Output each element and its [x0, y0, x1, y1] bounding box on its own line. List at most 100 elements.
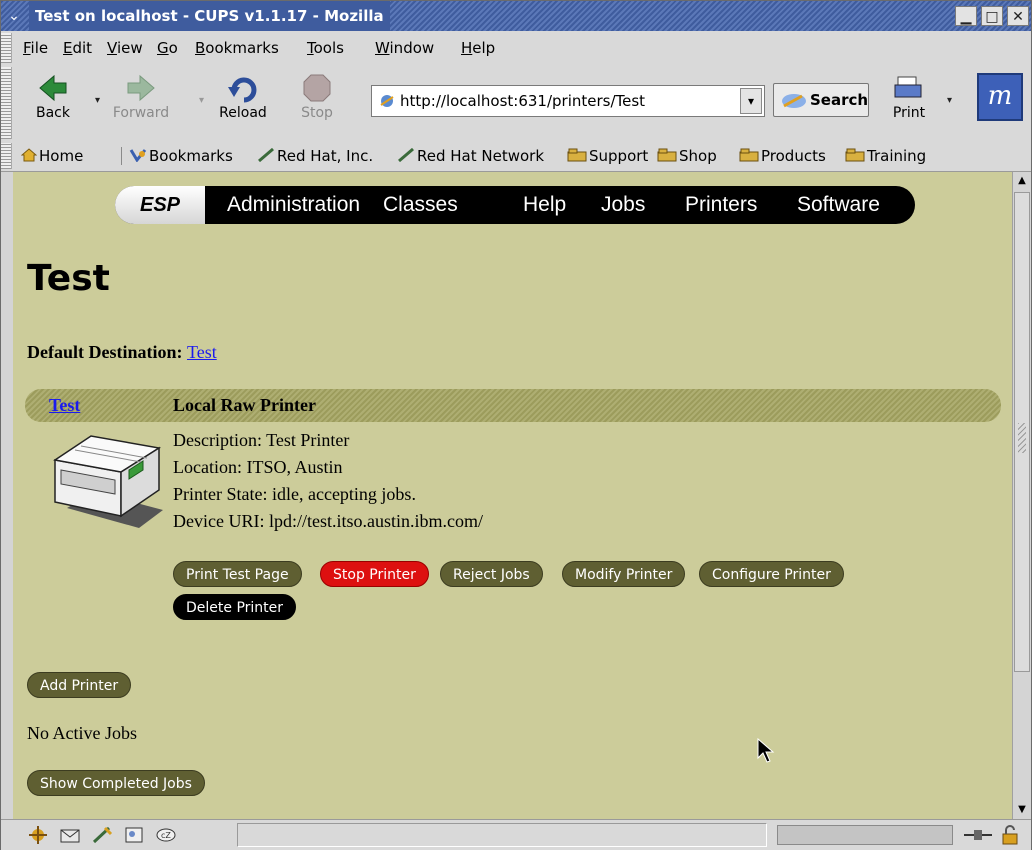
- title-bar[interactable]: ⌄ Test on localhost - CUPS v1.1.17 - Moz…: [1, 1, 1031, 31]
- security-lock-icon[interactable]: [999, 825, 1021, 845]
- bookmark-folder-shop[interactable]: Shop: [657, 141, 717, 171]
- page-content: ESP Administration Classes Help Jobs Pri…: [13, 172, 1012, 819]
- forward-button[interactable]: Forward: [111, 71, 171, 133]
- stop-printer-button[interactable]: Stop Printer: [320, 561, 429, 587]
- toolbar-separator: [121, 147, 122, 165]
- modify-printer-button[interactable]: Modify Printer: [562, 561, 686, 587]
- bookmarks-icon: [129, 142, 147, 172]
- url-bar[interactable]: ▾: [371, 85, 765, 117]
- back-arrow-icon: [36, 73, 70, 103]
- printer-name-link[interactable]: Test: [49, 395, 80, 416]
- printer-state: Printer State: idle, accepting jobs.: [173, 484, 416, 504]
- back-history-dropdown-icon[interactable]: ▾: [95, 95, 105, 106]
- bookmark-link-icon: [397, 142, 415, 172]
- menu-view[interactable]: View: [107, 31, 143, 65]
- scroll-up-icon[interactable]: ▲: [1013, 172, 1031, 190]
- printer-device-uri: Device URI: lpd://test.itso.austin.ibm.c…: [173, 511, 483, 531]
- mozilla-throbber-logo[interactable]: m: [977, 73, 1023, 121]
- configure-printer-button[interactable]: Configure Printer: [699, 561, 844, 587]
- browser-window: ⌄ Test on localhost - CUPS v1.1.17 - Moz…: [0, 0, 1032, 850]
- printer-icon: [892, 73, 926, 103]
- bookmark-folder-training-label: Training: [867, 147, 927, 165]
- delete-printer-button[interactable]: Delete Printer: [173, 594, 297, 620]
- scroll-down-icon[interactable]: ▼: [1013, 801, 1031, 819]
- add-printer-button[interactable]: Add Printer: [27, 672, 132, 698]
- close-button[interactable]: ✕: [1007, 6, 1029, 26]
- vertical-scrollbar[interactable]: ▲ ▼: [1012, 172, 1031, 819]
- menu-window[interactable]: Window: [375, 31, 434, 65]
- printer-description: Description: Test Printer: [173, 430, 350, 450]
- scrollbar-thumb[interactable]: [1014, 192, 1030, 672]
- forward-history-dropdown-icon[interactable]: ▾: [199, 95, 209, 106]
- default-destination-label: Default Destination:: [27, 342, 183, 362]
- window-menu-icon[interactable]: ⌄: [5, 7, 23, 25]
- reject-jobs-button[interactable]: Reject Jobs: [440, 561, 543, 587]
- nav-classes[interactable]: Classes: [383, 186, 458, 224]
- stop-icon: [300, 73, 334, 103]
- reload-button[interactable]: Reload: [213, 71, 273, 133]
- progress-meter: [777, 825, 953, 845]
- menu-tools[interactable]: Tools: [307, 31, 344, 65]
- mail-icon[interactable]: [59, 825, 81, 845]
- bookmark-folder-products[interactable]: Products: [739, 141, 826, 171]
- composer-icon[interactable]: [91, 825, 113, 845]
- bookmark-folder-support[interactable]: Support: [567, 141, 648, 171]
- reload-icon: [226, 73, 260, 103]
- svg-text:cZ: cZ: [161, 831, 171, 840]
- bookmark-red-hat-network[interactable]: Red Hat Network: [397, 141, 544, 171]
- back-button[interactable]: Back: [23, 71, 83, 133]
- nav-help[interactable]: Help: [523, 186, 566, 224]
- no-active-jobs-text: No Active Jobs: [27, 723, 137, 743]
- printer-location: Location: ITSO, Austin: [173, 457, 343, 477]
- stop-button[interactable]: Stop: [287, 71, 347, 133]
- nav-jobs[interactable]: Jobs: [601, 186, 645, 224]
- irc-chat-icon[interactable]: cZ: [155, 825, 177, 845]
- status-text-panel: [237, 823, 767, 847]
- bookmark-red-hat-inc[interactable]: Red Hat, Inc.: [257, 141, 373, 171]
- bookmark-home-label: Home: [39, 147, 84, 165]
- printer-header-bar: Test Local Raw Printer: [25, 389, 1001, 422]
- online-connection-icon[interactable]: [963, 825, 993, 845]
- bookmark-red-hat-network-label: Red Hat Network: [417, 147, 545, 165]
- bookmark-folder-training[interactable]: Training: [845, 141, 926, 171]
- mouse-pointer-icon: [757, 737, 775, 764]
- minimize-button[interactable]: ▁: [955, 6, 977, 26]
- menu-edit[interactable]: Edit: [63, 31, 92, 65]
- back-label: Back: [36, 105, 70, 121]
- menu-bookmarks[interactable]: Bookmarks: [195, 31, 279, 65]
- maximize-button[interactable]: □: [981, 6, 1003, 26]
- print-label: Print: [892, 105, 926, 121]
- menu-help[interactable]: Help: [461, 31, 495, 65]
- scrollbar-grip: [1018, 423, 1026, 453]
- address-book-icon[interactable]: [123, 825, 145, 845]
- toolbar-grip[interactable]: [1, 33, 12, 63]
- home-icon: [20, 142, 38, 172]
- menu-file[interactable]: File: [23, 31, 48, 65]
- default-destination: Default Destination: Test: [27, 342, 217, 363]
- url-history-dropdown-icon[interactable]: ▾: [740, 88, 762, 114]
- bookmarks-menu[interactable]: Bookmarks: [129, 141, 233, 171]
- bookmark-link-icon: [257, 142, 275, 172]
- esp-logo[interactable]: ESP: [115, 186, 205, 224]
- toolbar-grip[interactable]: [1, 67, 12, 139]
- default-destination-link[interactable]: Test: [187, 342, 217, 362]
- menu-go[interactable]: Go: [157, 31, 178, 65]
- window-title: Test on localhost - CUPS v1.1.17 - Mozil…: [29, 1, 390, 31]
- show-completed-jobs-button[interactable]: Show Completed Jobs: [27, 770, 205, 796]
- bookmark-home[interactable]: Home: [20, 141, 84, 172]
- nav-administration[interactable]: Administration: [227, 186, 360, 224]
- esp-nav-bar: ESP Administration Classes Help Jobs Pri…: [115, 186, 915, 224]
- folder-icon: [845, 142, 865, 172]
- nav-printers[interactable]: Printers: [685, 186, 757, 224]
- print-options-dropdown-icon[interactable]: ▾: [947, 95, 957, 106]
- status-bar: cZ: [1, 819, 1031, 850]
- folder-icon: [567, 142, 587, 172]
- print-button[interactable]: Print: [879, 71, 939, 133]
- navigator-icon[interactable]: [27, 825, 49, 845]
- nav-software[interactable]: Software: [797, 186, 880, 224]
- print-test-page-button[interactable]: Print Test Page: [173, 561, 302, 587]
- search-button[interactable]: Search: [773, 83, 869, 117]
- navigation-toolbar: Back ▾ Forward ▾ Reload Stop http://loca…: [1, 65, 1031, 142]
- url-input[interactable]: [400, 91, 730, 111]
- toolbar-grip[interactable]: [1, 143, 12, 169]
